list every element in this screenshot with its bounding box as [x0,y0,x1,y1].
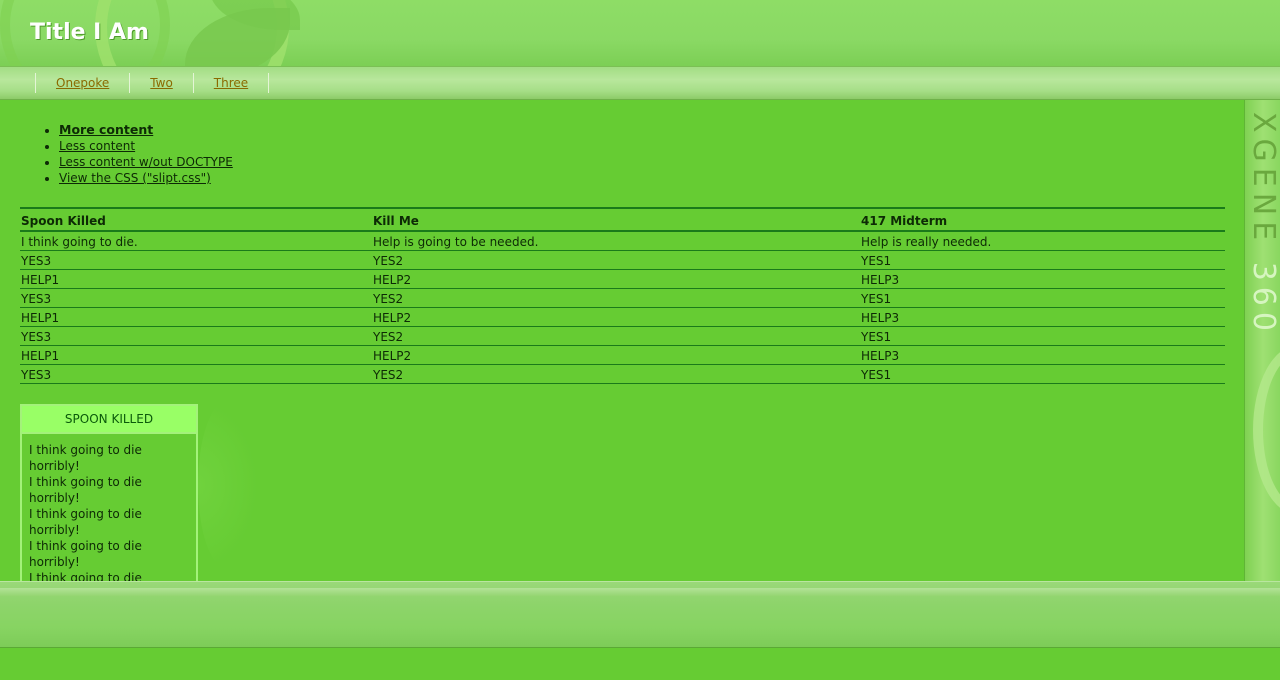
sidebar-ring-decoration [1253,345,1280,515]
link-less-content[interactable]: Less content [59,139,135,153]
table-row: YES3 YES2 YES1 [20,288,1225,308]
list-item: More content [59,122,1225,138]
table-header-row: Spoon Killed Kill Me 417 Midterm [20,207,1225,232]
table-cell: HELP3 [860,307,1225,327]
table-cell: YES3 [20,364,372,384]
background-glow-decoration [198,400,258,570]
nav-link-two[interactable]: Two [150,76,173,90]
table-row: YES3 YES2 YES1 [20,250,1225,270]
table-cell: HELP2 [372,307,860,327]
table-cell: HELP2 [372,269,860,289]
list-item: Less content w/out DOCTYPE [59,154,1225,170]
brand-text-primary: XGENE [1246,112,1280,247]
info-box-line: I think going to die horribly! [29,507,142,537]
table-row: YES3 YES2 YES1 [20,326,1225,346]
footer-bar [0,581,1280,648]
table-cell: YES1 [860,364,1225,384]
info-box-line: I think going to die horribly! [29,443,142,473]
table-cell: YES1 [860,288,1225,308]
column-header: 417 Midterm [860,207,1225,232]
header-banner: Title I Am [0,0,1280,66]
table-cell: HELP3 [860,345,1225,365]
table-row: YES3 YES2 YES1 [20,364,1225,384]
brand-sidebar: XGENE 360 [1244,100,1280,581]
table-cell: HELP1 [20,345,372,365]
info-box-line: I think going to die horribly! [29,475,142,505]
table-cell: YES3 [20,250,372,270]
list-item: View the CSS ("slipt.css") [59,170,1225,186]
table-cell: YES2 [372,326,860,346]
table-cell: YES1 [860,326,1225,346]
info-box-title: SPOON KILLED [22,406,196,434]
table-row: I think going to die. Help is going to be… [20,231,1225,251]
nav-link-three[interactable]: Three [214,76,248,90]
link-more-content[interactable]: More content [59,122,153,137]
table-cell: HELP1 [20,269,372,289]
table-row: HELP1 HELP2 HELP3 [20,269,1225,289]
data-table: Spoon Killed Kill Me 417 Midterm I think… [20,207,1225,384]
table-cell: Help is really needed. [860,231,1225,251]
main-content: More content Less content Less content w… [20,100,1225,613]
table-cell: YES2 [372,250,860,270]
table-cell: YES3 [20,288,372,308]
table-cell: YES2 [372,364,860,384]
page-title: Title I Am [30,20,149,45]
table-row: HELP1 HELP2 HELP3 [20,345,1225,365]
link-less-content-no-doctype[interactable]: Less content w/out DOCTYPE [59,155,233,169]
footer-band-decoration [0,588,1280,596]
link-view-css[interactable]: View the CSS ("slipt.css") [59,171,211,185]
brand-vertical-text: XGENE 360 [1246,112,1280,337]
table-cell: HELP3 [860,269,1225,289]
nav-link-onepoke[interactable]: Onepoke [56,76,109,90]
table-cell: YES2 [372,288,860,308]
column-header: Kill Me [372,207,860,232]
table-cell: HELP1 [20,307,372,327]
column-header: Spoon Killed [20,207,372,232]
top-nav: Onepoke Two Three [0,66,1280,100]
table-row: HELP1 HELP2 HELP3 [20,307,1225,327]
table-cell: I think going to die. [20,231,372,251]
table-cell: YES3 [20,326,372,346]
nav-item-two: Two [129,73,193,93]
content-link-list: More content Less content Less content w… [20,122,1225,186]
table-cell: Help is going to be needed. [372,231,860,251]
nav-item-three: Three [192,73,270,93]
list-item: Less content [59,138,1225,154]
table-cell: YES1 [860,250,1225,270]
brand-text-secondary: 360 [1246,246,1280,337]
nav-item-onepoke: Onepoke [35,73,129,93]
info-box-line: I think going to die horribly! [29,539,142,569]
table-cell: HELP2 [372,345,860,365]
